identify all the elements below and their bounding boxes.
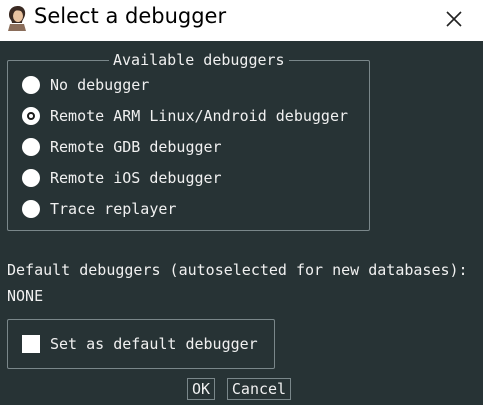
radio-label: Remote GDB debugger: [50, 138, 222, 156]
radio-option-no-debugger[interactable]: No debugger: [22, 73, 149, 97]
title-bar: Select a debugger: [0, 0, 483, 41]
radio-button[interactable]: [22, 76, 40, 94]
radio-option-remote-arm-linux-android[interactable]: Remote ARM Linux/Android debugger: [22, 104, 348, 128]
default-checkbox-frame: Set as default debugger: [7, 319, 275, 369]
available-debuggers-group: Available debuggers No debugger Remote A…: [7, 51, 370, 231]
radio-button-selected[interactable]: [22, 107, 40, 125]
radio-label: Remote iOS debugger: [50, 169, 222, 187]
window-title: Select a debugger: [34, 4, 227, 28]
set-default-checkbox-row[interactable]: Set as default debugger: [22, 334, 258, 354]
close-icon[interactable]: [441, 6, 467, 32]
radio-label: No debugger: [50, 76, 150, 94]
radio-option-remote-gdb[interactable]: Remote GDB debugger: [22, 135, 222, 159]
default-debuggers-value: NONE: [7, 287, 44, 305]
radio-button[interactable]: [22, 138, 40, 156]
set-default-checkbox-label: Set as default debugger: [50, 335, 258, 353]
radio-button[interactable]: [22, 200, 40, 218]
radio-label: Remote ARM Linux/Android debugger: [50, 107, 349, 125]
cancel-button[interactable]: Cancel: [227, 378, 291, 400]
radio-label: Trace replayer: [50, 200, 177, 218]
group-title: Available debuggers: [109, 51, 289, 69]
default-debuggers-label: Default debuggers (autoselected for new …: [7, 261, 468, 279]
app-icon: [8, 6, 26, 31]
set-default-checkbox[interactable]: [22, 335, 40, 353]
radio-option-remote-ios[interactable]: Remote iOS debugger: [22, 166, 222, 190]
ok-button[interactable]: OK: [187, 378, 215, 400]
radio-option-trace-replayer[interactable]: Trace replayer: [22, 197, 176, 221]
radio-button[interactable]: [22, 169, 40, 187]
